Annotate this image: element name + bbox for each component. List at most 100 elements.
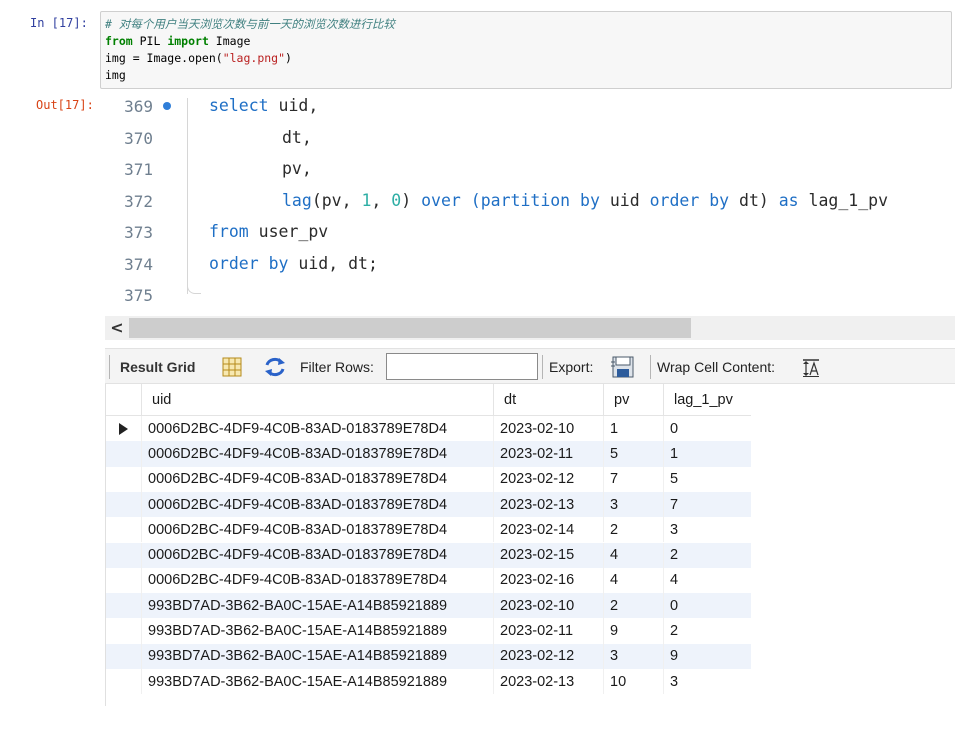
- cell-uid[interactable]: 0006D2BC-4DF9-4C0B-83AD-0183789E78D4: [142, 491, 494, 518]
- cell-pv[interactable]: 7: [604, 466, 664, 492]
- cell-dt[interactable]: 2023-02-13: [494, 491, 604, 518]
- cell-lag-1-pv[interactable]: 2: [664, 543, 751, 568]
- cell-uid[interactable]: 0006D2BC-4DF9-4C0B-83AD-0183789E78D4: [142, 567, 494, 594]
- import-name: Image: [208, 34, 251, 48]
- table-row[interactable]: 0006D2BC-4DF9-4C0B-83AD-0183789E78D4 2023…: [106, 567, 751, 594]
- cell-uid[interactable]: 0006D2BC-4DF9-4C0B-83AD-0183789E78D4: [142, 441, 494, 467]
- row-selector[interactable]: [106, 669, 142, 695]
- table-row[interactable]: 993BD7AD-3B62-BA0C-15AE-A14B85921889 2023…: [106, 593, 751, 619]
- cell-lag-1-pv[interactable]: 1: [664, 441, 751, 466]
- cell-lag-1-pv[interactable]: 3: [664, 669, 751, 694]
- cell-uid[interactable]: 0006D2BC-4DF9-4C0B-83AD-0183789E78D4: [142, 466, 494, 492]
- result-grid[interactable]: uid dt pv lag_1_pv 0006D2BC-4DF9-4C0B-83…: [105, 384, 751, 706]
- cell-uid[interactable]: 993BD7AD-3B62-BA0C-15AE-A14B85921889: [142, 618, 494, 644]
- column-header-lag[interactable]: lag_1_pv: [664, 384, 751, 415]
- cell-pv[interactable]: 1: [604, 416, 664, 442]
- table-row[interactable]: 0006D2BC-4DF9-4C0B-83AD-0183789E78D4 2023…: [106, 416, 751, 442]
- cell-lag-1-pv[interactable]: 9: [664, 644, 751, 669]
- cell-dt[interactable]: 2023-02-12: [494, 466, 604, 492]
- line-number: 370: [124, 128, 153, 148]
- row-selector[interactable]: [106, 491, 142, 518]
- horizontal-scrollbar[interactable]: <: [105, 316, 955, 340]
- cell-lag-1-pv[interactable]: 5: [664, 467, 751, 492]
- cell-dt[interactable]: 2023-02-13: [494, 669, 604, 695]
- cell-uid[interactable]: 993BD7AD-3B62-BA0C-15AE-A14B85921889: [142, 669, 494, 695]
- scroll-thumb[interactable]: [129, 318, 691, 338]
- wrap-icon[interactable]: [802, 359, 820, 380]
- column-header-pv[interactable]: pv: [604, 384, 664, 415]
- table-row[interactable]: 0006D2BC-4DF9-4C0B-83AD-0183789E78D4 2023…: [106, 517, 751, 543]
- line-number: 372: [124, 191, 153, 211]
- column-header-dt[interactable]: dt: [494, 384, 604, 415]
- refresh-icon[interactable]: [263, 357, 287, 380]
- column-header-uid[interactable]: uid: [142, 384, 494, 415]
- row-selector[interactable]: [106, 416, 142, 442]
- cell-pv[interactable]: 10: [604, 669, 664, 695]
- table-row[interactable]: 993BD7AD-3B62-BA0C-15AE-A14B85921889 2023…: [106, 618, 751, 644]
- cell-lag-1-pv[interactable]: 7: [664, 492, 751, 517]
- row-header-corner: [106, 384, 142, 415]
- sql-editor[interactable]: 369 select uid, 370 dt, 371 pv, 372 lag(…: [105, 92, 955, 316]
- toolbar-divider: [109, 355, 110, 379]
- cell-dt[interactable]: 2023-02-14: [494, 517, 604, 543]
- cell-pv[interactable]: 3: [604, 643, 664, 669]
- cell-lag-1-pv[interactable]: 3: [664, 517, 751, 542]
- cell-uid[interactable]: 0006D2BC-4DF9-4C0B-83AD-0183789E78D4: [142, 542, 494, 568]
- cell-lag-1-pv[interactable]: 0: [664, 593, 751, 618]
- filename-string: "lag.png": [222, 51, 286, 65]
- row-selector[interactable]: [106, 643, 142, 669]
- cell-lag-1-pv[interactable]: 2: [664, 618, 751, 643]
- cell-uid[interactable]: 993BD7AD-3B62-BA0C-15AE-A14B85921889: [142, 643, 494, 669]
- row-selector[interactable]: [106, 517, 142, 543]
- table-row[interactable]: 993BD7AD-3B62-BA0C-15AE-A14B85921889 2023…: [106, 669, 751, 695]
- result-grid-tab[interactable]: Result Grid: [120, 359, 195, 375]
- table-row[interactable]: 0006D2BC-4DF9-4C0B-83AD-0183789E78D4 2023…: [106, 441, 751, 467]
- close-paren: ): [285, 51, 292, 65]
- line-number: 371: [124, 160, 153, 179]
- filter-rows-input[interactable]: [386, 353, 538, 380]
- grid-icon[interactable]: [222, 357, 242, 380]
- cell-dt[interactable]: 2023-02-15: [494, 542, 604, 568]
- cell-dt[interactable]: 2023-02-11: [494, 618, 604, 644]
- row-selector[interactable]: [106, 441, 142, 467]
- cell-dt[interactable]: 2023-02-11: [494, 441, 604, 467]
- code-text: pv,: [282, 159, 312, 178]
- output-prompt: Out[17]:: [36, 98, 94, 112]
- cell-dt[interactable]: 2023-02-16: [494, 567, 604, 594]
- table-row[interactable]: 0006D2BC-4DF9-4C0B-83AD-0183789E78D4 2023…: [106, 491, 751, 518]
- filter-rows-label: Filter Rows:: [300, 359, 374, 375]
- cell-dt[interactable]: 2023-02-10: [494, 416, 604, 442]
- result-toolbar: Result Grid Filter Rows: Export: Wrap Ce…: [105, 348, 955, 384]
- cell-uid[interactable]: 993BD7AD-3B62-BA0C-15AE-A14B85921889: [142, 593, 494, 619]
- export-label: Export:: [549, 359, 594, 375]
- cell-lag-1-pv[interactable]: 0: [664, 416, 751, 441]
- line-number: 375: [124, 286, 153, 305]
- row-selector[interactable]: [106, 618, 142, 644]
- cell-pv[interactable]: 5: [604, 441, 664, 467]
- cell-pv[interactable]: 4: [604, 542, 664, 568]
- row-selector[interactable]: [106, 466, 142, 492]
- table-row[interactable]: 0006D2BC-4DF9-4C0B-83AD-0183789E78D4 2023…: [106, 542, 751, 568]
- wrap-cell-label: Wrap Cell Content:: [657, 359, 776, 375]
- row-selector[interactable]: [106, 542, 142, 568]
- table-row[interactable]: 993BD7AD-3B62-BA0C-15AE-A14B85921889 2023…: [106, 643, 751, 669]
- cell-lag-1-pv[interactable]: 4: [664, 568, 751, 593]
- cell-uid[interactable]: 0006D2BC-4DF9-4C0B-83AD-0183789E78D4: [142, 416, 494, 442]
- cell-dt[interactable]: 2023-02-10: [494, 593, 604, 619]
- cell-pv[interactable]: 4: [604, 567, 664, 594]
- cell-pv[interactable]: 3: [604, 491, 664, 518]
- code-input-cell[interactable]: # 对每个用户当天浏览次数与前一天的浏览次数进行比较 from PIL impo…: [100, 11, 952, 89]
- scroll-left-icon[interactable]: <: [105, 316, 129, 340]
- cell-pv[interactable]: 2: [604, 593, 664, 619]
- table-row[interactable]: 0006D2BC-4DF9-4C0B-83AD-0183789E78D4 2023…: [106, 466, 751, 492]
- cell-uid[interactable]: 0006D2BC-4DF9-4C0B-83AD-0183789E78D4: [142, 517, 494, 543]
- code-text: dt,: [282, 127, 312, 147]
- cell-pv[interactable]: 9: [604, 618, 664, 644]
- keyword-from: from: [105, 34, 133, 48]
- cell-pv[interactable]: 2: [604, 517, 664, 543]
- row-selector[interactable]: [106, 567, 142, 594]
- cell-dt[interactable]: 2023-02-12: [494, 643, 604, 669]
- breakpoint-dot-icon[interactable]: [163, 102, 171, 110]
- export-icon[interactable]: [610, 354, 636, 383]
- row-selector[interactable]: [106, 593, 142, 619]
